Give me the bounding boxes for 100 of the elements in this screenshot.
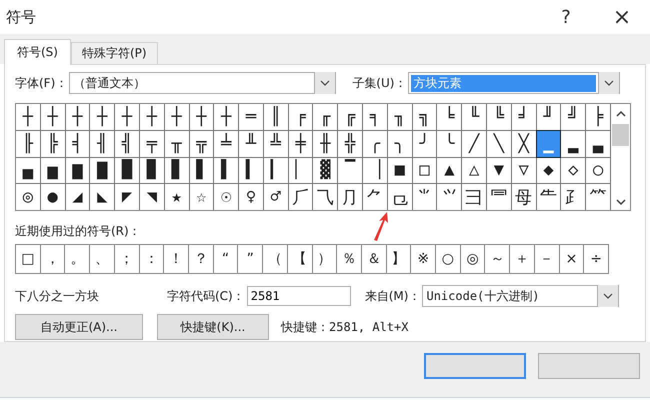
- symbol-cell[interactable]: ┼: [164, 104, 189, 130]
- recent-symbol-cell[interactable]: ×: [560, 245, 584, 273]
- symbol-cell[interactable]: ┼: [66, 104, 90, 130]
- recent-symbol-cell[interactable]: 。: [65, 245, 90, 273]
- symbol-cell[interactable]: ╦: [190, 130, 214, 156]
- symbol-cell[interactable]: ╪: [288, 130, 312, 156]
- symbol-cell[interactable]: ▃: [586, 130, 610, 156]
- symbol-cell[interactable]: ▽: [512, 158, 536, 184]
- symbol-cell[interactable]: ⺍: [437, 184, 462, 210]
- symbol-cell[interactable]: ♂: [264, 184, 288, 210]
- symbol-cell[interactable]: ╔: [338, 104, 362, 130]
- symbol-cell[interactable]: ╣: [115, 130, 139, 156]
- symbol-cell[interactable]: ▕: [363, 158, 387, 184]
- tab[interactable]: 特殊字符(P): [70, 42, 158, 64]
- recent-symbol-cell[interactable]: ＆: [362, 245, 386, 273]
- symbol-cell[interactable]: ◥: [140, 184, 164, 210]
- symbol-cell[interactable]: ▏: [288, 158, 312, 184]
- recent-symbol-cell[interactable]: ；: [114, 245, 139, 273]
- symbol-cell[interactable]: ┼: [190, 104, 214, 130]
- recent-symbol-cell[interactable]: ～: [485, 245, 510, 273]
- symbol-cell[interactable]: ┼: [90, 104, 114, 130]
- symbol-cell[interactable]: ╞: [586, 104, 610, 130]
- symbol-cell[interactable]: ⺆: [338, 184, 362, 210]
- symbol-cell[interactable]: ▔: [338, 158, 362, 184]
- recent-symbol-cell[interactable]: ，: [40, 245, 64, 273]
- symbol-cell[interactable]: ▊: [164, 158, 189, 184]
- symbol-cell[interactable]: ⺌: [412, 184, 436, 210]
- symbol-cell[interactable]: ╰: [437, 130, 462, 156]
- symbol-cell[interactable]: ♀: [239, 184, 263, 210]
- symbol-cell[interactable]: ┼: [40, 104, 65, 130]
- symbol-cell[interactable]: ╟: [16, 130, 40, 156]
- symbol-cell[interactable]: █: [115, 158, 139, 184]
- symbol-cell[interactable]: □: [412, 158, 436, 184]
- symbol-cell[interactable]: ▎: [264, 158, 288, 184]
- recent-symbol-cell[interactable]: ※: [411, 245, 436, 273]
- symbol-cell[interactable]: ⺟: [512, 184, 536, 210]
- symbol-cell[interactable]: ◇: [561, 158, 586, 184]
- dialog-button[interactable]: 自动更正(A)...: [15, 314, 143, 340]
- symbol-cell[interactable]: ╕: [363, 104, 387, 130]
- symbol-cell[interactable]: ●: [40, 184, 65, 210]
- symbol-cell[interactable]: ○: [586, 158, 610, 184]
- symbol-cell[interactable]: ⺪: [561, 184, 586, 210]
- symbol-cell[interactable]: ╖: [388, 104, 412, 130]
- symbol-cell[interactable]: △: [462, 158, 486, 184]
- symbol-cell[interactable]: ▋: [190, 158, 214, 184]
- symbol-cell[interactable]: ╛: [512, 104, 536, 130]
- recent-symbol-cell[interactable]: ％: [337, 245, 361, 273]
- symbol-cell[interactable]: ╲: [487, 130, 511, 156]
- symbol-cell[interactable]: ╝: [561, 104, 586, 130]
- symbol-cell[interactable]: ▼: [487, 158, 511, 184]
- symbol-cell[interactable]: ╢: [90, 130, 114, 156]
- symbol-cell[interactable]: ╘: [437, 104, 462, 130]
- symbol-cell[interactable]: ╙: [462, 104, 486, 130]
- symbol-cell[interactable]: ╒: [288, 104, 312, 130]
- from-dropdown[interactable]: Unicode(十六进制): [422, 285, 620, 307]
- symbol-cell[interactable]: ╱: [462, 130, 486, 156]
- recent-symbol-cell[interactable]: ”: [238, 245, 262, 273]
- symbol-cell[interactable]: ⺁: [288, 184, 312, 210]
- symbol-cell[interactable]: ╗: [412, 104, 436, 130]
- symbol-cell[interactable]: ▂: [561, 130, 586, 156]
- symbol-cell[interactable]: ▆: [66, 158, 90, 184]
- symbol-cell[interactable]: ╳: [512, 130, 536, 156]
- help-button[interactable]: ?: [538, 2, 594, 32]
- recent-symbol-cell[interactable]: 【: [288, 245, 312, 273]
- symbol-cell[interactable]: ◆: [536, 158, 560, 184]
- symbol-cell[interactable]: ┼: [115, 104, 139, 130]
- symbol-cell[interactable]: ▇: [90, 158, 114, 184]
- symbol-cell[interactable]: ⺧: [536, 184, 560, 210]
- symbol-cell[interactable]: ╩: [264, 130, 288, 156]
- recent-symbol-cell[interactable]: ÷: [584, 245, 608, 273]
- symbol-cell[interactable]: ▍: [239, 158, 263, 184]
- symbol-cell[interactable]: ⺮: [586, 184, 610, 210]
- close-button[interactable]: ×: [594, 2, 650, 32]
- symbol-cell[interactable]: ☆: [190, 184, 214, 210]
- symbol-cell[interactable]: ★: [164, 184, 189, 210]
- symbol-cell[interactable]: ┼: [214, 104, 238, 130]
- recent-symbol-cell[interactable]: □: [16, 245, 40, 273]
- scrollbar-thumb[interactable]: [612, 124, 629, 146]
- symbol-cell[interactable]: ╫: [313, 130, 338, 156]
- symbol-cell[interactable]: ╭: [363, 130, 387, 156]
- symbol-cell[interactable]: ◣: [90, 184, 114, 210]
- symbol-cell[interactable]: ▅: [40, 158, 65, 184]
- recent-symbol-cell[interactable]: －: [534, 245, 559, 273]
- symbol-cell[interactable]: ╥: [164, 130, 189, 156]
- font-dropdown[interactable]: （普通文本）: [69, 72, 336, 94]
- symbol-cell[interactable]: ▉: [140, 158, 164, 184]
- symbol-cell[interactable]: ╜: [536, 104, 560, 130]
- recent-symbol-cell[interactable]: ）: [312, 245, 336, 273]
- symbol-cell[interactable]: ═: [239, 104, 263, 130]
- symbol-cell[interactable]: ▌: [214, 158, 238, 184]
- symbol-cell[interactable]: ▲: [437, 158, 462, 184]
- symbol-cell[interactable]: ╧: [214, 130, 238, 156]
- symbol-cell[interactable]: ⺕: [462, 184, 486, 210]
- symbol-cell[interactable]: ╠: [40, 130, 65, 156]
- symbol-cell[interactable]: ╬: [338, 130, 362, 156]
- symbol-cell[interactable]: ╡: [66, 130, 90, 156]
- symbol-cell[interactable]: ╯: [412, 130, 436, 156]
- symbol-cell[interactable]: ◎: [16, 184, 40, 210]
- char-code-field[interactable]: 2581: [246, 286, 351, 306]
- symbol-cell[interactable]: ║: [264, 104, 288, 130]
